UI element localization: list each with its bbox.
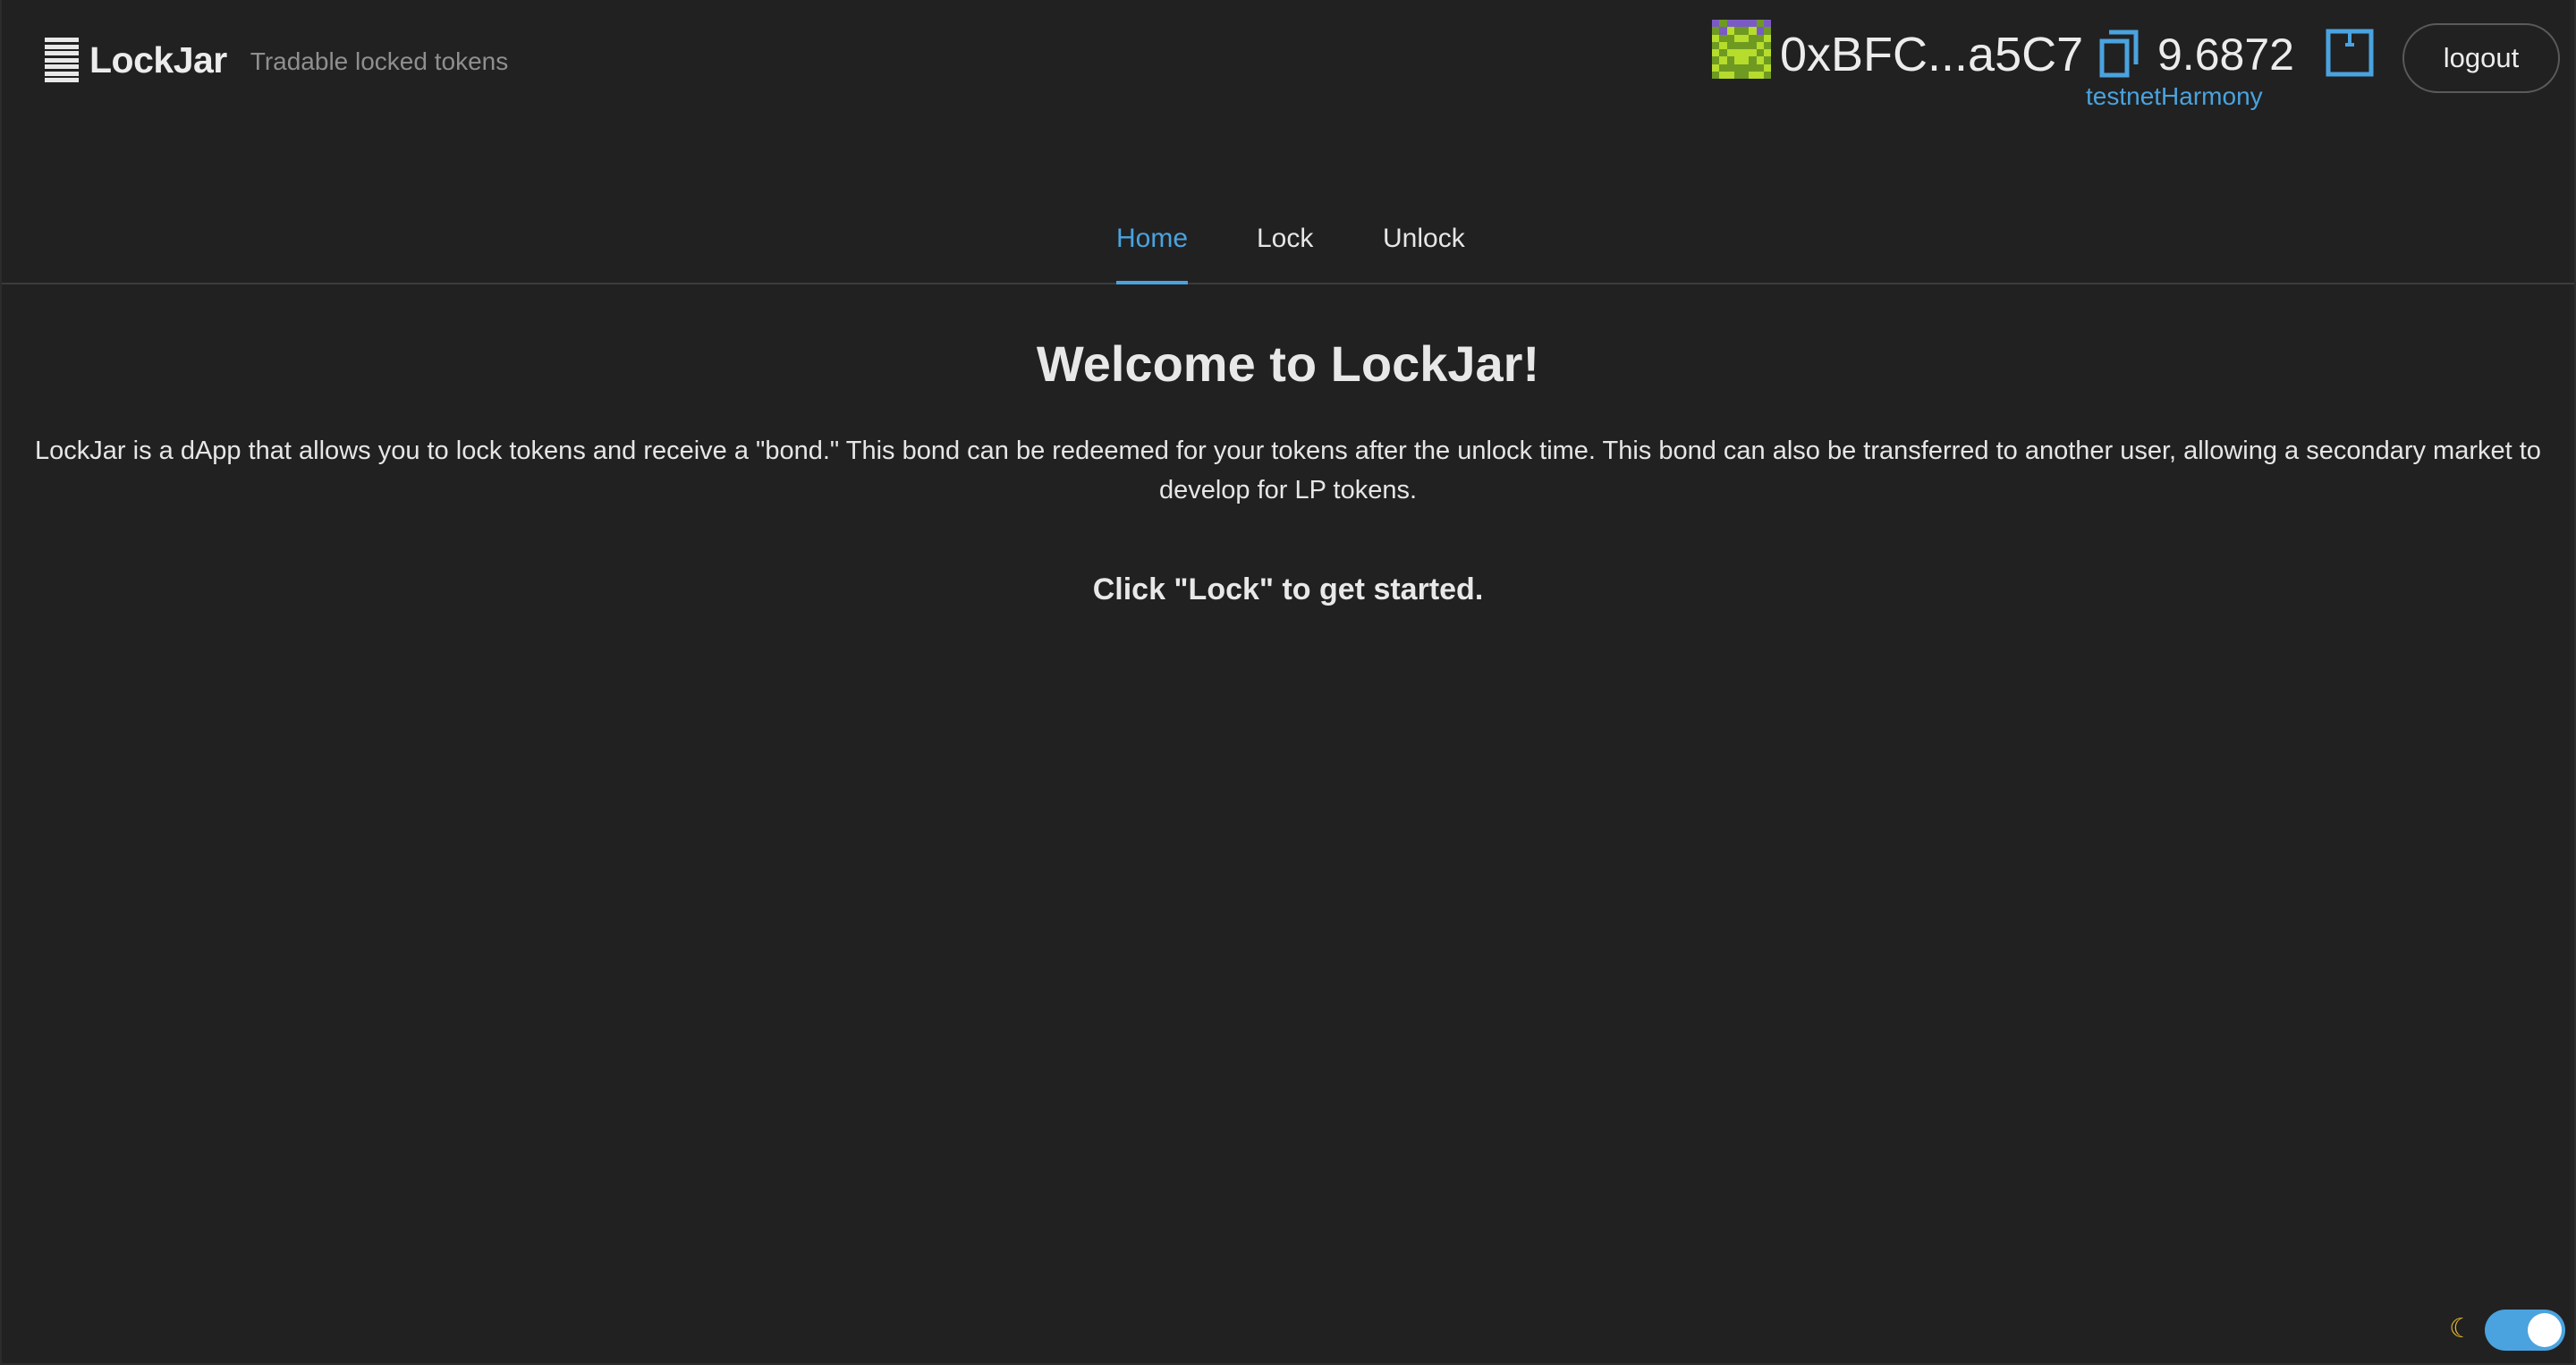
balance-value: 9.6872: [2157, 30, 2294, 80]
brand[interactable]: LockJar Tradable locked tokens: [45, 38, 508, 82]
logout-button[interactable]: logout: [2402, 23, 2560, 93]
main-tabs: Home Lock Unlock: [2, 215, 2574, 284]
brand-tagline: Tradable locked tokens: [250, 47, 509, 75]
theme-toggle[interactable]: [2485, 1310, 2565, 1351]
wallet-address[interactable]: 0xBFC...a5C7: [1780, 27, 2083, 82]
logo-lines-icon: [45, 38, 79, 82]
app-page: LockJar Tradable locked tokens 0xBFC...a…: [0, 0, 2576, 1365]
wallet-icon[interactable]: [2326, 29, 2374, 77]
theme-switcher: ☾: [2449, 1308, 2565, 1352]
moon-icon: ☾: [2449, 1314, 2473, 1344]
page-title: Welcome to LockJar!: [1036, 335, 1540, 392]
tab-home[interactable]: Home: [1116, 224, 1189, 284]
copy-icon[interactable]: [2097, 29, 2143, 79]
header: LockJar Tradable locked tokens 0xBFC...a…: [2, 0, 2576, 125]
main-content: Welcome to LockJar! LockJar is a dApp th…: [2, 322, 2574, 607]
network-name: testnetHarmony: [2086, 82, 2263, 110]
blockie-avatar-icon[interactable]: [1712, 20, 1771, 79]
brand-name: LockJar: [89, 38, 227, 81]
tab-unlock[interactable]: Unlock: [1383, 224, 1465, 283]
get-started-text: Click "Lock" to get started.: [1092, 572, 1484, 606]
description-text: LockJar is a dApp that allows you to loc…: [35, 437, 2541, 504]
toggle-knob: [2528, 1313, 2562, 1347]
tab-lock[interactable]: Lock: [1257, 224, 1313, 283]
